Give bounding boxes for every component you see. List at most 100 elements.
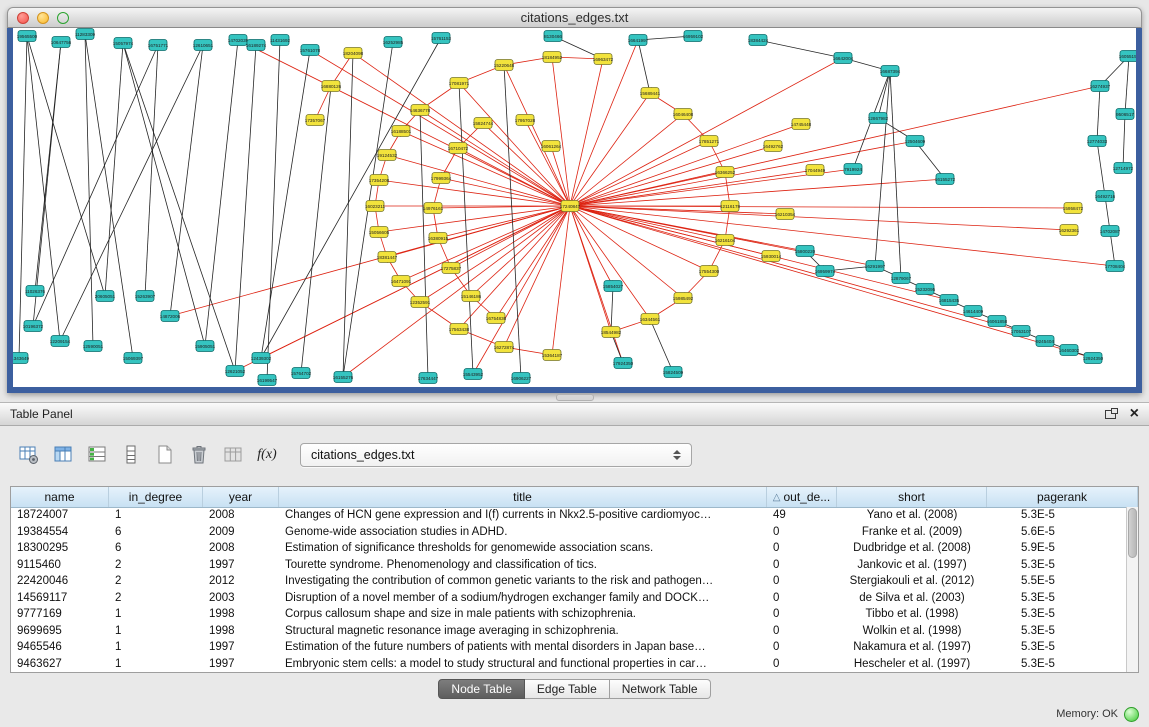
network-canvas[interactable]: 1724084715364187162728741756343812352591… <box>13 28 1136 387</box>
graph-node[interactable]: 16291997 <box>865 261 886 272</box>
graph-node[interactable]: 16366252 <box>715 167 736 178</box>
graph-node[interactable]: 11343649 <box>13 353 29 364</box>
table-cell-short[interactable]: de Silva et al. (2003) <box>837 592 987 604</box>
function-builder-button[interactable]: f(x) <box>252 442 282 468</box>
table-cell-title[interactable]: Structural magnetic resonance image aver… <box>279 625 767 637</box>
table-cell-short[interactable]: Tibbo et al. (1998) <box>837 608 987 620</box>
delete-table-button[interactable] <box>184 442 214 468</box>
table-cell-in_degree[interactable]: 1 <box>109 608 203 620</box>
column-header-name[interactable]: name <box>11 487 109 507</box>
graph-node[interactable]: 12504609 <box>905 136 926 147</box>
graph-node[interactable]: 12774033 <box>1087 136 1108 147</box>
table-settings-button[interactable] <box>14 442 44 468</box>
graph-edge[interactable] <box>343 53 353 377</box>
graph-node[interactable]: 15543952 <box>463 369 484 380</box>
table-cell-in_degree[interactable]: 2 <box>109 559 203 571</box>
table-cell-year[interactable]: 1997 <box>203 559 279 571</box>
graph-node[interactable]: 16815435 <box>939 295 960 306</box>
graph-node[interactable]: 16188501 <box>391 126 412 137</box>
graph-node[interactable]: 18384424 <box>748 35 769 46</box>
graph-edge[interactable] <box>570 206 805 251</box>
graph-edge[interactable] <box>1125 56 1129 114</box>
graph-edge[interactable] <box>105 43 123 296</box>
column-header-pagerank[interactable]: pagerank <box>987 487 1138 507</box>
graph-node[interactable]: 17851271 <box>699 136 720 147</box>
graph-edge[interactable] <box>35 42 61 291</box>
graph-node[interactable]: 12621052 <box>225 366 246 377</box>
table-cell-out_degree[interactable]: 0 <box>767 608 837 620</box>
table-row[interactable]: 1938455462009Genome-wide association stu… <box>11 524 1126 541</box>
table-row[interactable]: 2242004622012Investigating the contribut… <box>11 573 1126 590</box>
graph-node[interactable]: 17554300 <box>699 266 720 277</box>
graph-node[interactable]: 16460302 <box>1059 345 1080 356</box>
graph-node[interactable]: 15761153 <box>431 33 452 44</box>
graph-node[interactable]: 16274937 <box>1090 81 1111 92</box>
graph-node[interactable]: 15985492 <box>673 293 694 304</box>
graph-node[interactable]: 9506517 <box>1116 109 1134 120</box>
graph-edge[interactable] <box>1097 141 1105 196</box>
graph-node[interactable]: 11431692 <box>270 35 291 46</box>
table-cell-out_degree[interactable]: 0 <box>767 575 837 587</box>
graph-node[interactable]: 20605051 <box>95 291 116 302</box>
table-cell-short[interactable]: Franke et al. (2009) <box>837 526 987 538</box>
table-cell-title[interactable]: Estimation of the future numbers of pati… <box>279 641 767 653</box>
graph-edge[interactable] <box>60 45 203 341</box>
graph-node[interactable]: 18204098 <box>343 48 364 59</box>
table-cell-in_degree[interactable]: 2 <box>109 592 203 604</box>
graph-node[interactable]: 15764702 <box>291 368 312 379</box>
graph-edge[interactable] <box>758 40 843 58</box>
new-table-button[interactable] <box>150 442 180 468</box>
table-cell-year[interactable]: 2008 <box>203 509 279 521</box>
table-cell-in_degree[interactable]: 1 <box>109 641 203 653</box>
graph-edge[interactable] <box>438 206 570 238</box>
table-cell-out_degree[interactable]: 0 <box>767 526 837 538</box>
table-cell-year[interactable]: 1997 <box>203 641 279 653</box>
graph-edge[interactable] <box>570 146 773 206</box>
graph-edge[interactable] <box>570 179 945 206</box>
graph-node[interactable]: 19124532 <box>377 150 398 161</box>
graph-node[interactable]: 12209154 <box>50 336 71 347</box>
graph-node[interactable]: 11283309 <box>75 29 96 40</box>
graph-node[interactable]: 15958472 <box>1063 203 1084 214</box>
table-cell-name[interactable]: 14569117 <box>11 592 109 604</box>
table-cell-short[interactable]: Nakamura et al. (1997) <box>837 641 987 653</box>
graph-node[interactable]: 15800220 <box>795 246 816 257</box>
table-row[interactable]: 977716911998Corpus callosum shape and si… <box>11 606 1126 623</box>
graph-node[interactable]: 17044949 <box>805 165 826 176</box>
graph-edge[interactable] <box>145 45 158 296</box>
graph-node[interactable]: 15146186 <box>461 291 482 302</box>
graph-node[interactable]: 14745448 <box>791 119 812 130</box>
graph-edge[interactable] <box>611 286 613 332</box>
graph-node[interactable]: 16641997 <box>628 35 649 46</box>
table-row[interactable]: 969969511998Structural magnetic resonanc… <box>11 623 1126 640</box>
graph-edge[interactable] <box>261 50 310 358</box>
column-header-short[interactable]: short <box>837 487 987 507</box>
graph-edge[interactable] <box>890 71 901 278</box>
graph-edge[interactable] <box>570 206 1115 266</box>
table-cell-year[interactable]: 1998 <box>203 608 279 620</box>
tab-network-table[interactable]: Network Table <box>610 679 711 699</box>
table-cell-in_degree[interactable]: 1 <box>109 625 203 637</box>
graph-node[interactable]: 16471091 <box>391 276 412 287</box>
graph-node[interactable]: 16210354 <box>775 209 796 220</box>
graph-node[interactable]: 16754836 <box>486 313 507 324</box>
close-panel-icon[interactable]: × <box>1130 408 1139 420</box>
graph-node[interactable]: 17999364 <box>431 173 452 184</box>
graph-node[interactable]: 17053107 <box>1011 326 1032 337</box>
graph-edge[interactable] <box>1123 114 1125 168</box>
graph-node[interactable]: 16963472 <box>593 54 614 65</box>
graph-node[interactable]: 15056605 <box>369 227 390 238</box>
graph-node[interactable]: 16252985 <box>383 37 404 48</box>
graph-node[interactable]: 16061858 <box>987 316 1008 327</box>
zoom-window-button[interactable] <box>57 12 69 24</box>
graph-node[interactable]: 15220648 <box>494 60 515 71</box>
table-cell-title[interactable]: Embryonic stem cells: a model to study s… <box>279 658 767 670</box>
graph-node[interactable]: 16055150 <box>1119 51 1136 62</box>
table-cell-title[interactable]: Investigating the contribution of common… <box>279 575 767 587</box>
graph-node[interactable]: 16751771 <box>148 40 169 51</box>
table-cell-name[interactable]: 18300295 <box>11 542 109 554</box>
graph-node[interactable]: 17924350 <box>613 358 634 369</box>
graph-node[interactable]: 10196372 <box>23 321 44 332</box>
network-window-titlebar[interactable]: citations_edges.txt <box>7 7 1142 28</box>
graph-node[interactable]: 17563438 <box>449 324 470 335</box>
